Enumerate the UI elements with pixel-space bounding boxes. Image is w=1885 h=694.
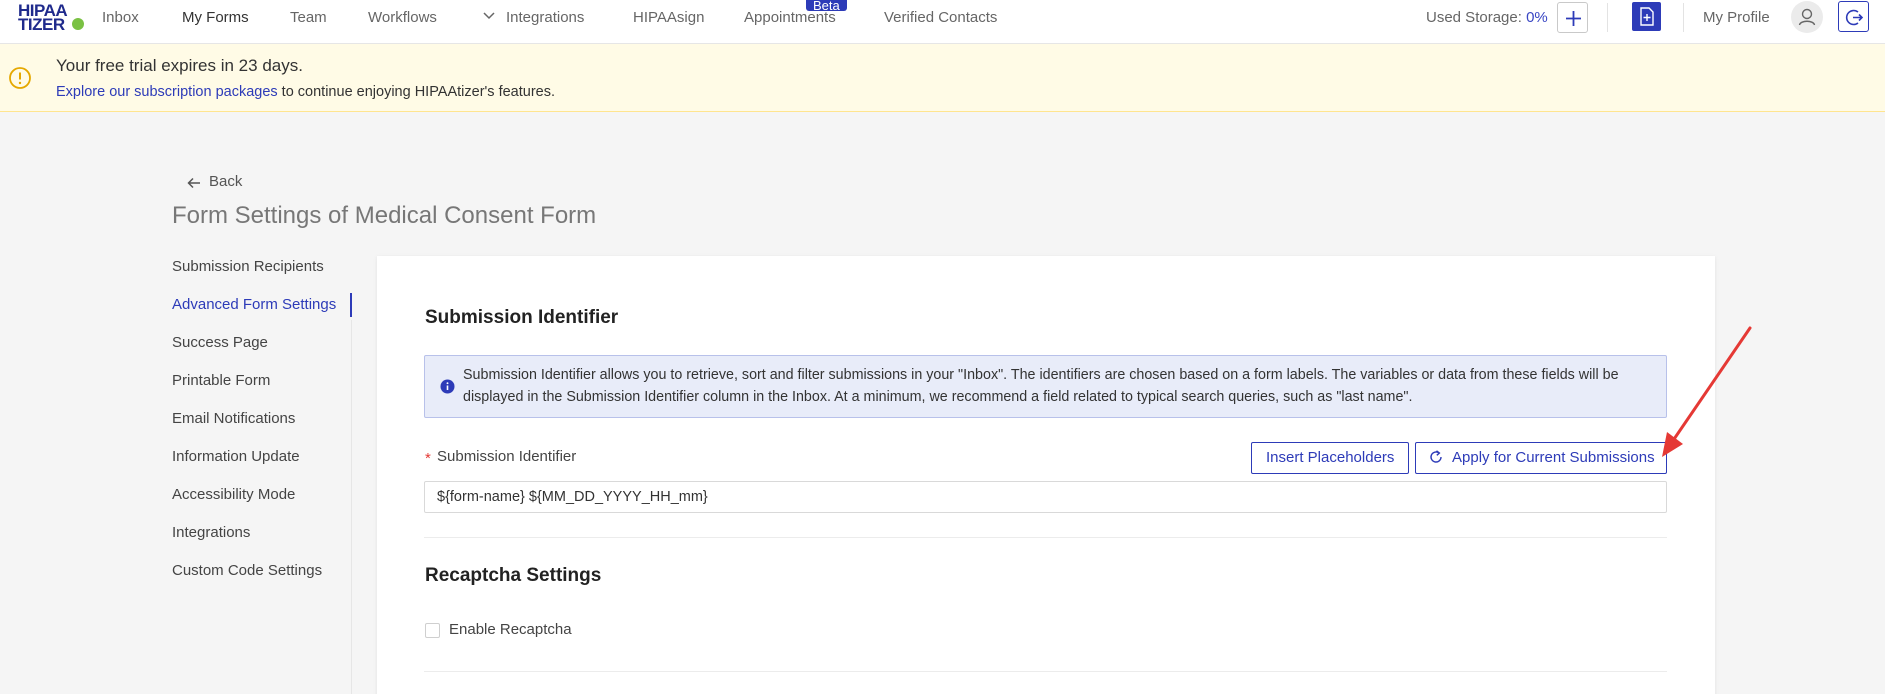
enable-recaptcha-checkbox[interactable] (425, 623, 440, 638)
nav-my-forms[interactable]: My Forms (182, 8, 249, 28)
page-title: Form Settings of Medical Consent Form (172, 202, 597, 229)
submission-identifier-label: Submission Identifier (437, 448, 577, 465)
settings-nav-accessibility-mode[interactable]: Accessibility Mode (172, 485, 295, 505)
enable-recaptcha-label[interactable]: Enable Recaptcha (449, 620, 572, 640)
settings-nav-active-indicator (350, 293, 352, 317)
chevron-down-icon[interactable] (482, 9, 496, 23)
add-storage-button[interactable] (1557, 2, 1588, 33)
document-icon (1640, 7, 1654, 26)
subscription-packages-link[interactable]: Explore our subscription packages (56, 84, 278, 100)
required-mark: * (425, 450, 431, 467)
nav-divider (1683, 3, 1684, 32)
hipaatizer-logo[interactable]: HIPAA TIZER (18, 2, 84, 34)
nav-appointments[interactable]: Appointments (744, 8, 836, 28)
refresh-icon (1430, 450, 1442, 463)
arrow-left-icon[interactable] (186, 175, 202, 191)
settings-nav-success-page[interactable]: Success Page (172, 333, 268, 353)
nav-integrations[interactable]: Integrations (506, 8, 584, 28)
used-storage-value: 0% (1526, 9, 1548, 26)
logo-line-2: TIZER (18, 15, 65, 34)
user-icon (1798, 8, 1816, 26)
my-profile-link[interactable]: My Profile (1703, 8, 1770, 28)
submission-identifier-input[interactable] (424, 481, 1667, 513)
logout-icon (1845, 9, 1864, 26)
recaptcha-settings-heading: Recaptcha Settings (425, 565, 602, 586)
top-navigation: HIPAA TIZER Inbox My Forms Team Workflow… (0, 0, 1885, 44)
settings-nav-border (351, 320, 352, 694)
annotation-arrow-icon (1662, 326, 1752, 457)
insert-placeholders-button[interactable]: Insert Placeholders (1251, 442, 1409, 474)
submission-identifier-info-text: Submission Identifier allows you to retr… (463, 367, 1619, 405)
settings-nav-information-update[interactable]: Information Update (172, 447, 300, 467)
info-icon (440, 379, 455, 394)
used-storage: Used Storage: 0% (1426, 8, 1548, 28)
settings-nav-custom-code-settings[interactable]: Custom Code Settings (172, 561, 322, 581)
plus-icon (1566, 11, 1581, 26)
settings-nav-integrations[interactable]: Integrations (172, 523, 250, 543)
avatar[interactable] (1791, 1, 1823, 33)
nav-divider (1607, 3, 1608, 32)
nav-verified-contacts[interactable]: Verified Contacts (884, 8, 997, 28)
logout-button[interactable] (1838, 1, 1869, 32)
settings-nav-email-notifications[interactable]: Email Notifications (172, 409, 295, 429)
trial-banner-rest: to continue enjoying HIPAAtizer's featur… (277, 84, 555, 100)
apply-for-current-submissions-label[interactable]: Apply for Current Submissions (1452, 448, 1655, 468)
nav-hipaasign[interactable]: HIPAAsign (633, 8, 704, 28)
settings-nav-advanced-form-settings[interactable]: Advanced Form Settings (172, 295, 336, 315)
trial-banner: Your free trial expires in 23 days. Expl… (0, 44, 1885, 112)
section-divider (424, 537, 1667, 538)
nav-inbox[interactable]: Inbox (102, 8, 139, 28)
settings-nav-printable-form[interactable]: Printable Form (172, 371, 270, 391)
back-link[interactable]: Back (209, 172, 242, 192)
used-storage-label: Used Storage: (1426, 9, 1527, 26)
document-button[interactable] (1632, 2, 1661, 31)
logo-dot (72, 18, 84, 30)
beta-badge: Beta (806, 0, 847, 11)
submission-identifier-heading: Submission Identifier (425, 307, 619, 328)
nav-workflows[interactable]: Workflows (368, 8, 437, 28)
nav-team[interactable]: Team (290, 8, 327, 28)
warning-icon (9, 67, 31, 89)
trial-banner-title: Your free trial expires in 23 days. (56, 56, 303, 75)
trial-banner-text: Explore our subscription packages to con… (56, 82, 555, 102)
section-divider (424, 671, 1667, 672)
settings-nav-submission-recipients[interactable]: Submission Recipients (172, 257, 324, 277)
